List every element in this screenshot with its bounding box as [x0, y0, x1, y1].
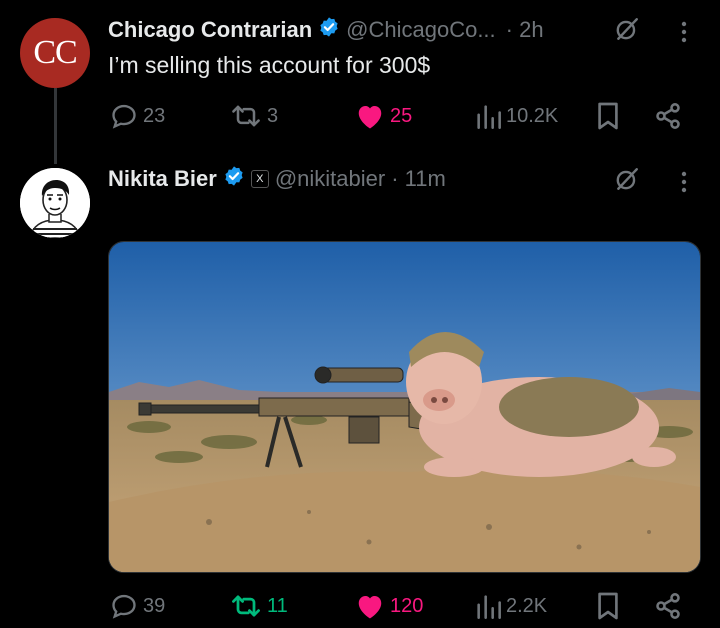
views-button[interactable]: 2.2K: [475, 591, 547, 621]
timestamp[interactable]: · 11m: [391, 166, 446, 192]
more-icon[interactable]: [676, 20, 692, 49]
like-count: 25: [390, 104, 413, 127]
bookmark-icon[interactable]: [596, 101, 620, 136]
bookmark-icon[interactable]: [596, 591, 620, 626]
repost-count: 11: [267, 594, 288, 617]
repost-button[interactable]: 3: [230, 101, 278, 131]
avatar[interactable]: [20, 168, 90, 238]
repost-icon: [230, 592, 262, 620]
display-name[interactable]: Chicago Contrarian: [108, 17, 312, 43]
tweet-header: Chicago Contrarian @ChicagoCo... · 2h: [108, 14, 544, 46]
views-count: 10.2K: [506, 104, 559, 127]
views-count: 2.2K: [506, 594, 548, 617]
repost-count: 3: [267, 104, 279, 127]
like-button[interactable]: 120: [355, 591, 423, 621]
like-count: 120: [390, 594, 424, 617]
tweet-header: Nikita Bier X @nikitabier · 11m: [108, 163, 446, 195]
display-name[interactable]: Nikita Bier: [108, 166, 217, 192]
reply-count: 23: [143, 104, 166, 127]
like-icon: [355, 592, 385, 620]
views-icon: [475, 592, 501, 620]
views-icon: [475, 102, 501, 130]
grok-icon[interactable]: [614, 16, 640, 47]
repost-button[interactable]: 11: [230, 591, 288, 621]
affiliate-badge[interactable]: X: [250, 170, 269, 188]
handle[interactable]: @ChicagoCo...: [346, 17, 496, 43]
reply-button[interactable]: 39: [110, 591, 165, 621]
grok-icon[interactable]: [614, 166, 640, 197]
share-icon[interactable]: [654, 102, 682, 135]
verified-badge-icon: [318, 16, 340, 44]
handle[interactable]: @nikitabier: [275, 166, 385, 192]
tweet-text: I’m selling this account for 300$: [108, 52, 431, 78]
verified-badge-icon: [223, 165, 245, 193]
like-button[interactable]: 25: [355, 101, 412, 131]
reply-icon: [110, 592, 138, 620]
more-icon[interactable]: [676, 170, 692, 199]
reply-count: 39: [143, 594, 166, 617]
share-icon[interactable]: [654, 592, 682, 625]
views-button[interactable]: 10.2K: [475, 101, 558, 131]
avatar-initials: CC: [33, 34, 77, 71]
timestamp[interactable]: · 2h: [506, 17, 544, 43]
repost-icon: [230, 102, 262, 130]
reply-icon: [110, 102, 138, 130]
avatar[interactable]: CC: [20, 18, 90, 88]
reply-button[interactable]: 23: [110, 101, 165, 131]
like-icon: [355, 102, 385, 130]
tweet-media-image[interactable]: [108, 241, 701, 573]
thread-line: [54, 88, 57, 164]
